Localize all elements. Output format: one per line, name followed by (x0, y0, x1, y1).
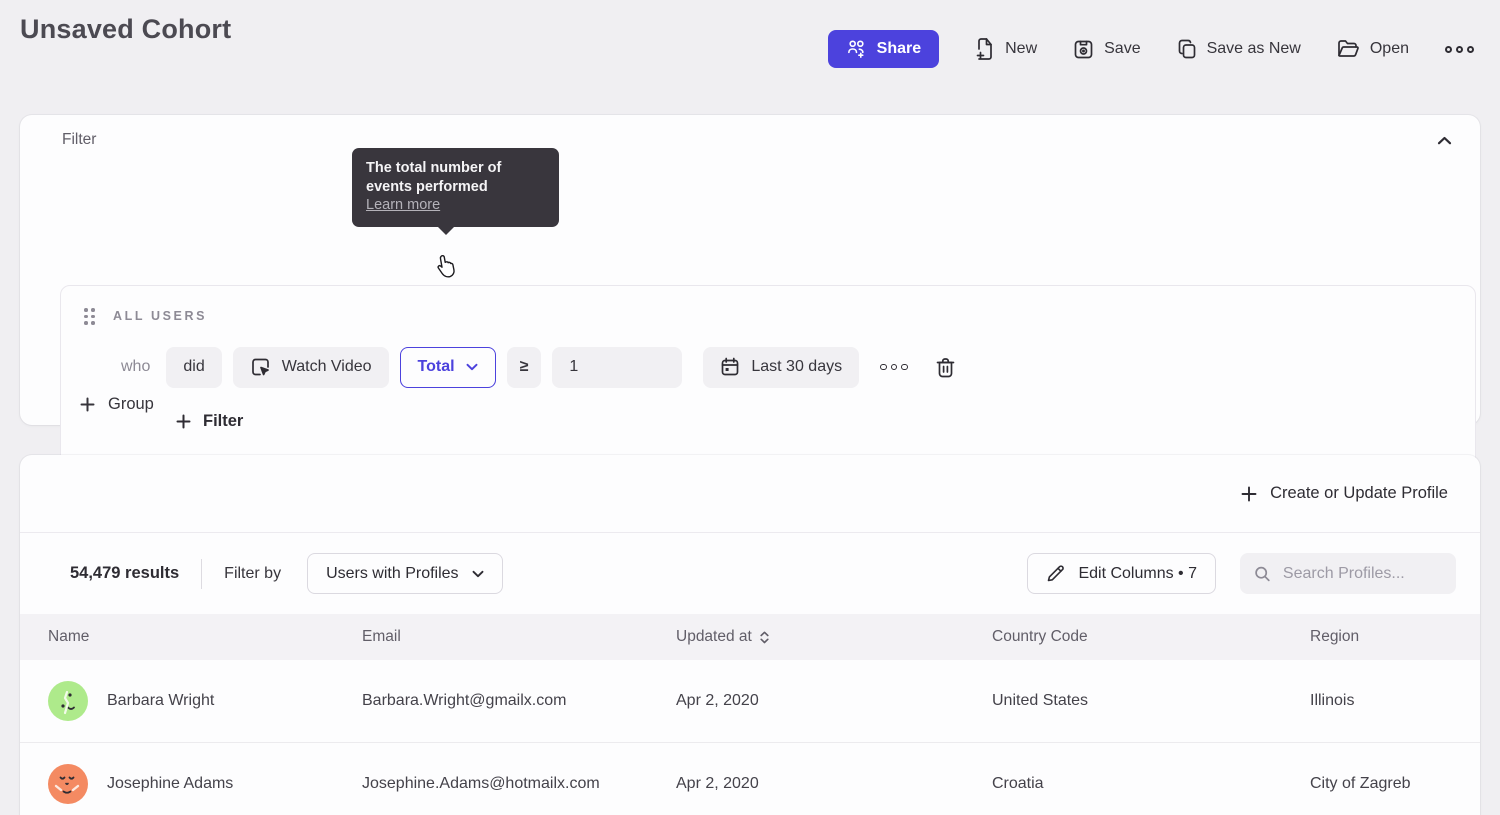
cell-updated-at: Apr 2, 2020 (676, 692, 992, 710)
results-panel: Create or Update Profile 54,479 results … (20, 455, 1480, 815)
results-count: 54,479 results (70, 564, 179, 583)
add-group-label: Group (108, 395, 154, 414)
aggregation-label: Total (418, 358, 455, 376)
plus-icon (80, 397, 95, 412)
chevron-down-icon (472, 570, 484, 578)
aggregation-tooltip: The total number of events performed Lea… (352, 148, 559, 227)
did-label: did (183, 358, 204, 376)
open-label: Open (1370, 40, 1409, 58)
event-label: Watch Video (282, 358, 372, 376)
pencil-icon (1046, 564, 1065, 583)
cell-email: Barbara.Wright@gmailx.com (362, 692, 676, 710)
table-row[interactable]: Josephine Adams Josephine.Adams@hotmailx… (20, 743, 1480, 815)
who-label: who (121, 358, 150, 376)
cohort-builder-page: Unsaved Cohort Share New (0, 0, 1500, 804)
save-as-new-button[interactable]: Save as New (1177, 39, 1301, 60)
filter-panel-label: Filter (62, 131, 96, 149)
row-more-options-icon[interactable] (870, 364, 918, 371)
save-label: Save (1104, 40, 1140, 58)
table-row[interactable]: Barbara Wright Barbara.Wright@gmailx.com… (20, 660, 1480, 743)
plus-icon (1241, 486, 1257, 502)
tooltip-learn-more-link[interactable]: Learn more (366, 197, 440, 213)
column-header-updated-at[interactable]: Updated at (676, 628, 992, 646)
folder-open-icon (1337, 39, 1360, 59)
operator-selector[interactable]: ≥ (507, 347, 542, 388)
filter-condition-row: who did Watch Video Total (121, 347, 1475, 388)
search-profiles-input[interactable] (1283, 565, 1442, 583)
search-profiles-box[interactable] (1240, 553, 1456, 594)
column-header-region[interactable]: Region (1310, 628, 1480, 646)
date-range-label: Last 30 days (751, 358, 842, 376)
value-text: 1 (569, 358, 578, 376)
divider (201, 559, 202, 589)
column-header-email[interactable]: Email (362, 628, 676, 646)
chevron-down-icon (466, 363, 478, 371)
save-icon (1073, 39, 1094, 60)
cell-region: City of Zagreb (1310, 775, 1480, 793)
event-icon (250, 357, 271, 378)
open-button[interactable]: Open (1337, 39, 1409, 59)
create-or-update-profile-button[interactable]: Create or Update Profile (1241, 484, 1448, 503)
profile-type-label: Users with Profiles (326, 565, 458, 583)
new-button[interactable]: New (975, 38, 1037, 60)
cell-country: Croatia (992, 775, 1310, 793)
filter-panel: Filter ALL USERS who did (20, 115, 1480, 425)
did-selector[interactable]: did (166, 347, 221, 388)
column-header-name[interactable]: Name (48, 628, 362, 646)
top-toolbar: Share New Save (828, 30, 1474, 68)
cell-updated-at: Apr 2, 2020 (676, 775, 992, 793)
share-label: Share (877, 40, 921, 58)
search-icon (1254, 564, 1271, 584)
new-file-icon (975, 38, 995, 60)
cell-name: Barbara Wright (107, 692, 214, 710)
operator-label: ≥ (520, 358, 529, 376)
column-header-country-code[interactable]: Country Code (992, 628, 1310, 646)
drag-handle-icon[interactable] (84, 308, 95, 325)
save-as-new-label: Save as New (1207, 40, 1301, 58)
cell-email: Josephine.Adams@hotmailx.com (362, 775, 676, 793)
cell-name: Josephine Adams (107, 775, 233, 793)
create-profile-label: Create or Update Profile (1270, 484, 1448, 503)
filter-group-card: ALL USERS who did Watch Video (60, 285, 1476, 475)
profile-type-dropdown[interactable]: Users with Profiles (307, 553, 502, 594)
delete-row-icon[interactable] (926, 357, 965, 378)
share-users-icon (846, 39, 867, 59)
tooltip-text: The total number of events performed (366, 160, 501, 195)
date-range-selector[interactable]: Last 30 days (703, 347, 859, 388)
calendar-icon (720, 357, 740, 377)
cell-country: United States (992, 692, 1310, 710)
plus-icon (176, 414, 191, 429)
more-options-icon[interactable] (1445, 46, 1474, 53)
add-filter-button[interactable]: Filter (176, 412, 243, 431)
avatar (48, 681, 88, 721)
add-group-button[interactable]: Group (80, 395, 154, 414)
cell-region: Illinois (1310, 692, 1480, 710)
save-button[interactable]: Save (1073, 39, 1140, 60)
sort-icon[interactable] (760, 631, 769, 644)
edit-columns-button[interactable]: Edit Columns • 7 (1027, 553, 1216, 594)
group-title: ALL USERS (113, 309, 207, 323)
event-selector[interactable]: Watch Video (233, 347, 389, 388)
avatar (48, 764, 88, 804)
results-toolbar: 54,479 results Filter by Users with Prof… (20, 533, 1480, 614)
new-label: New (1005, 40, 1037, 58)
value-input[interactable]: 1 (552, 347, 682, 388)
filter-by-label: Filter by (224, 565, 281, 583)
add-filter-label: Filter (203, 412, 243, 431)
collapse-chevron-up-icon[interactable] (1437, 136, 1452, 145)
copy-icon (1177, 39, 1197, 60)
edit-columns-label: Edit Columns • 7 (1078, 565, 1197, 583)
aggregation-selector[interactable]: Total (400, 347, 496, 388)
page-title: Unsaved Cohort (20, 14, 231, 45)
share-button[interactable]: Share (828, 30, 939, 68)
table-header: Name Email Updated at Country Code Regio… (20, 614, 1480, 660)
